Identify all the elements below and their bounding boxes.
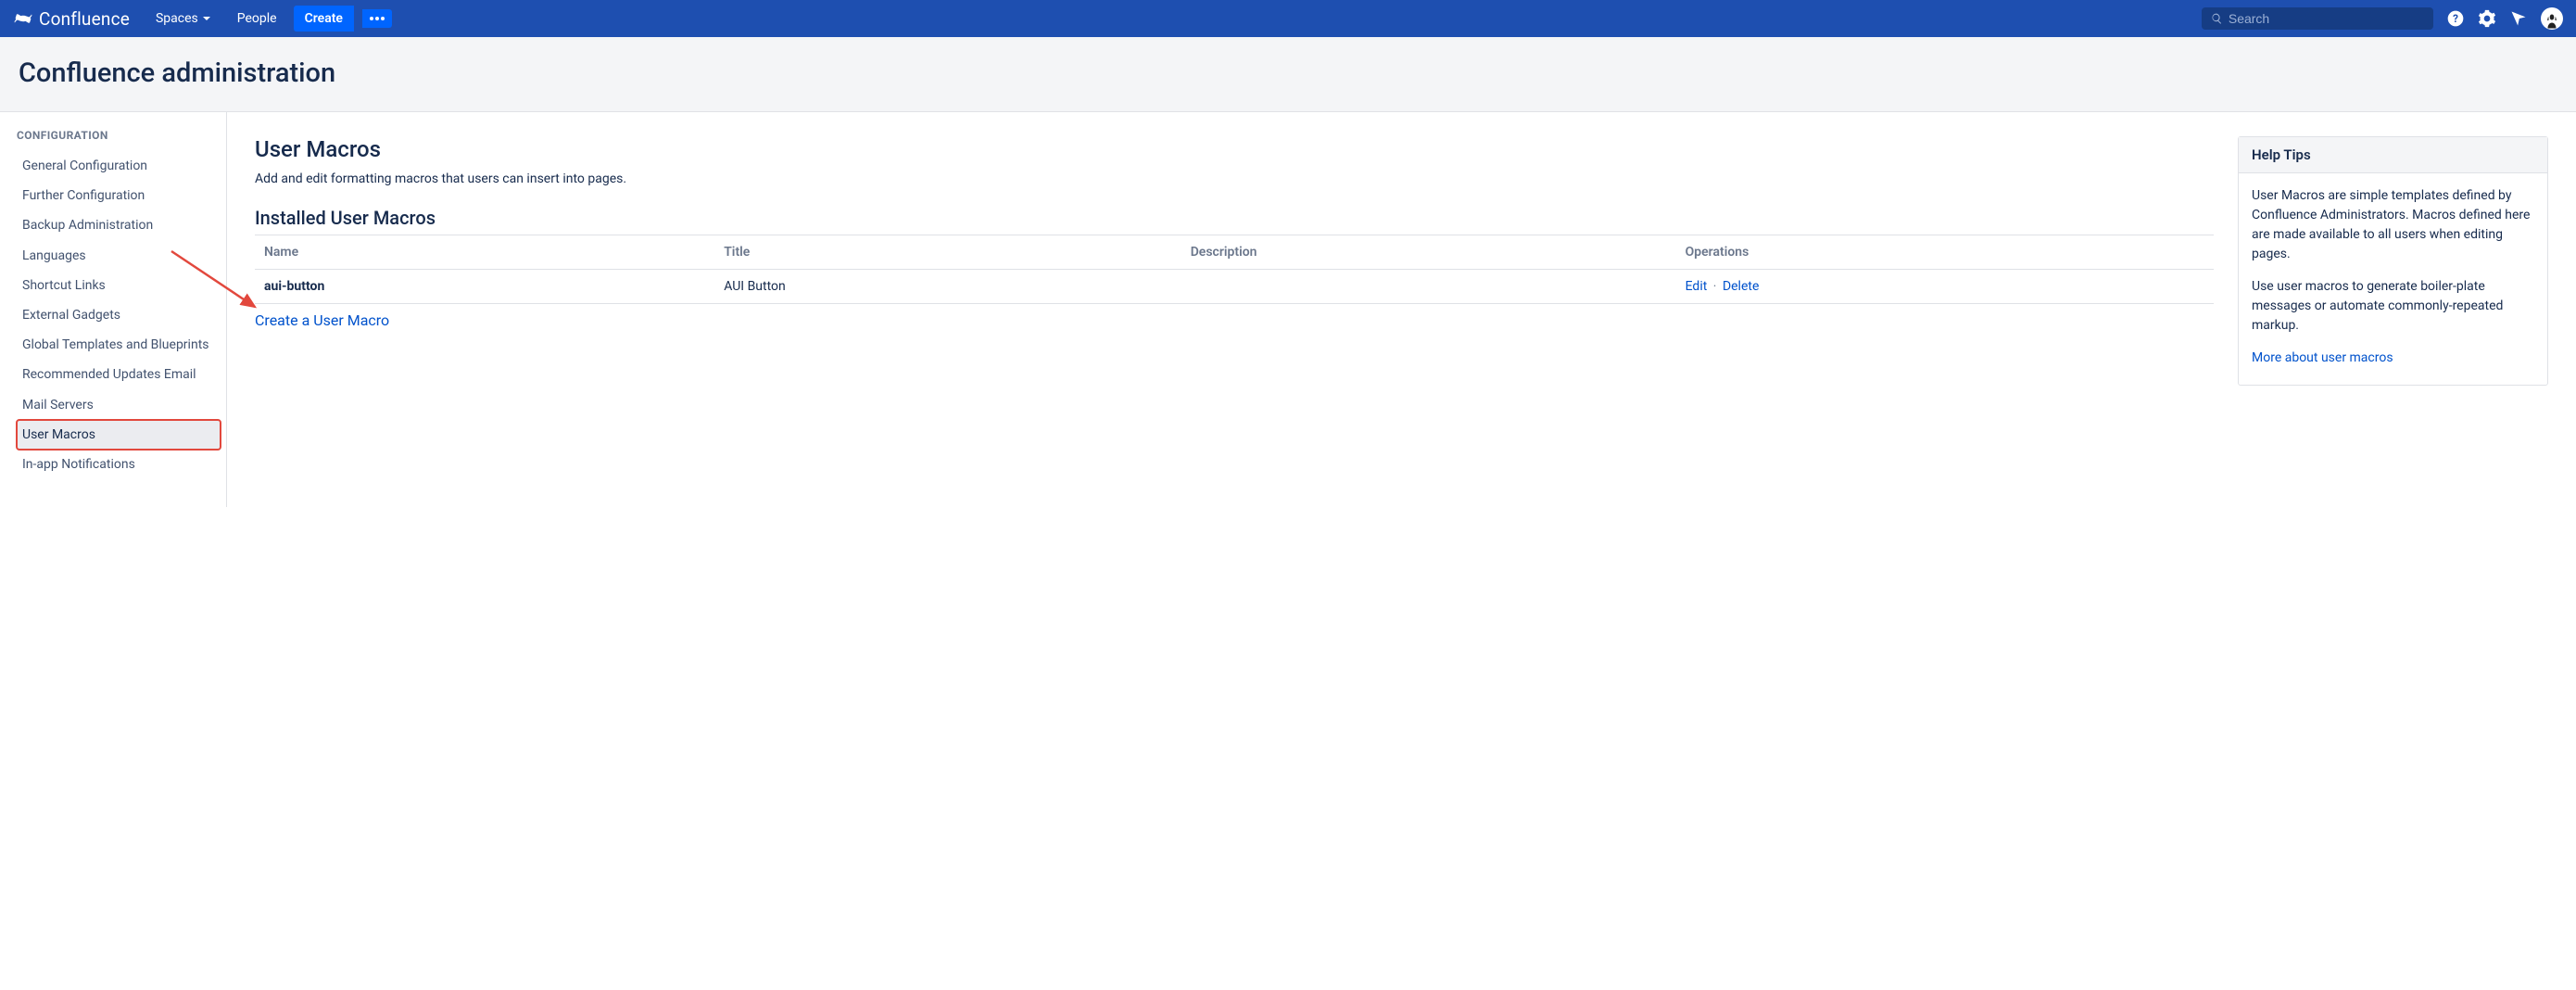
svg-text:?: ?: [2453, 12, 2458, 25]
search-icon: [2211, 12, 2223, 25]
create-button[interactable]: Create: [294, 6, 354, 32]
table-row: aui-buttonAUI Button Edit · Delete: [255, 270, 2214, 304]
gear-icon: [2478, 9, 2496, 28]
section-heading: Installed User Macros: [255, 207, 2214, 229]
macros-table: NameTitleDescriptionOperations aui-butto…: [255, 235, 2214, 304]
content: User Macros Add and edit formatting macr…: [227, 112, 2576, 507]
help-panel: Help Tips User Macros are simple templat…: [2238, 136, 2548, 386]
product-name: Confluence: [39, 8, 130, 30]
main-description: Add and edit formatting macros that user…: [255, 171, 2214, 186]
top-nav: Confluence Spaces People Create ?: [0, 0, 2576, 37]
sidebar-item-in-app-notifications[interactable]: In-app Notifications: [17, 450, 221, 479]
sidebar-item-user-macros[interactable]: User Macros: [17, 420, 221, 450]
create-user-macro-link[interactable]: Create a User Macro: [255, 311, 389, 329]
nav-spaces-label: Spaces: [156, 11, 198, 26]
help-p1: User Macros are simple templates defined…: [2252, 186, 2534, 264]
sidebar-item-backup-administration[interactable]: Backup Administration: [17, 210, 221, 240]
help-heading: Help Tips: [2239, 137, 2547, 173]
more-button[interactable]: [362, 9, 392, 28]
page-title: Confluence administration: [19, 57, 2557, 89]
macro-name: aui-button: [255, 270, 714, 304]
sidebar-item-mail-servers[interactable]: Mail Servers: [17, 390, 221, 420]
help-body: User Macros are simple templates defined…: [2239, 173, 2547, 385]
col-title: Title: [714, 235, 1181, 270]
page-header: Confluence administration: [0, 37, 2576, 112]
sidebar-item-shortcut-links[interactable]: Shortcut Links: [17, 271, 221, 300]
settings-button[interactable]: [2478, 9, 2496, 28]
help-more-link[interactable]: More about user macros: [2252, 350, 2393, 365]
sidebar: CONFIGURATION General ConfigurationFurth…: [0, 112, 227, 507]
sidebar-item-general-configuration[interactable]: General Configuration: [17, 151, 221, 181]
nav-spaces[interactable]: Spaces: [146, 6, 221, 32]
ellipsis-icon: [370, 17, 385, 20]
notifications-button[interactable]: [2509, 9, 2528, 28]
confluence-icon: [13, 8, 33, 29]
sidebar-item-languages[interactable]: Languages: [17, 241, 221, 271]
sidebar-item-global-templates-and-blueprints[interactable]: Global Templates and Blueprints: [17, 330, 221, 360]
product-logo[interactable]: Confluence: [13, 8, 139, 30]
macro-title: AUI Button: [714, 270, 1181, 304]
help-icon: ?: [2446, 9, 2465, 28]
create-button-label: Create: [305, 11, 343, 26]
avatar-icon: [2544, 13, 2560, 30]
main: User Macros Add and edit formatting macr…: [255, 136, 2214, 329]
search-box[interactable]: [2202, 7, 2433, 30]
nav-people[interactable]: People: [228, 6, 286, 32]
nav-people-label: People: [237, 11, 277, 26]
chevron-down-icon: [202, 14, 211, 23]
avatar[interactable]: [2541, 7, 2563, 30]
sidebar-item-external-gadgets[interactable]: External Gadgets: [17, 300, 221, 330]
sidebar-item-recommended-updates-email[interactable]: Recommended Updates Email: [17, 360, 221, 389]
delete-link[interactable]: Delete: [1723, 279, 1759, 294]
col-name: Name: [255, 235, 714, 270]
macro-description: [1181, 270, 1676, 304]
edit-link[interactable]: Edit: [1686, 279, 1708, 294]
sidebar-heading: CONFIGURATION: [17, 129, 221, 142]
help-button[interactable]: ?: [2446, 9, 2465, 28]
notification-icon: [2509, 9, 2528, 28]
body: CONFIGURATION General ConfigurationFurth…: [0, 112, 2576, 507]
nav-right: ?: [2202, 7, 2563, 30]
sidebar-item-further-configuration[interactable]: Further Configuration: [17, 181, 221, 210]
col-operations: Operations: [1676, 235, 2214, 270]
macro-operations: Edit · Delete: [1676, 270, 2214, 304]
help-p2: Use user macros to generate boiler-plate…: [2252, 277, 2534, 336]
col-description: Description: [1181, 235, 1676, 270]
search-input[interactable]: [2229, 11, 2424, 26]
main-heading: User Macros: [255, 136, 2214, 162]
